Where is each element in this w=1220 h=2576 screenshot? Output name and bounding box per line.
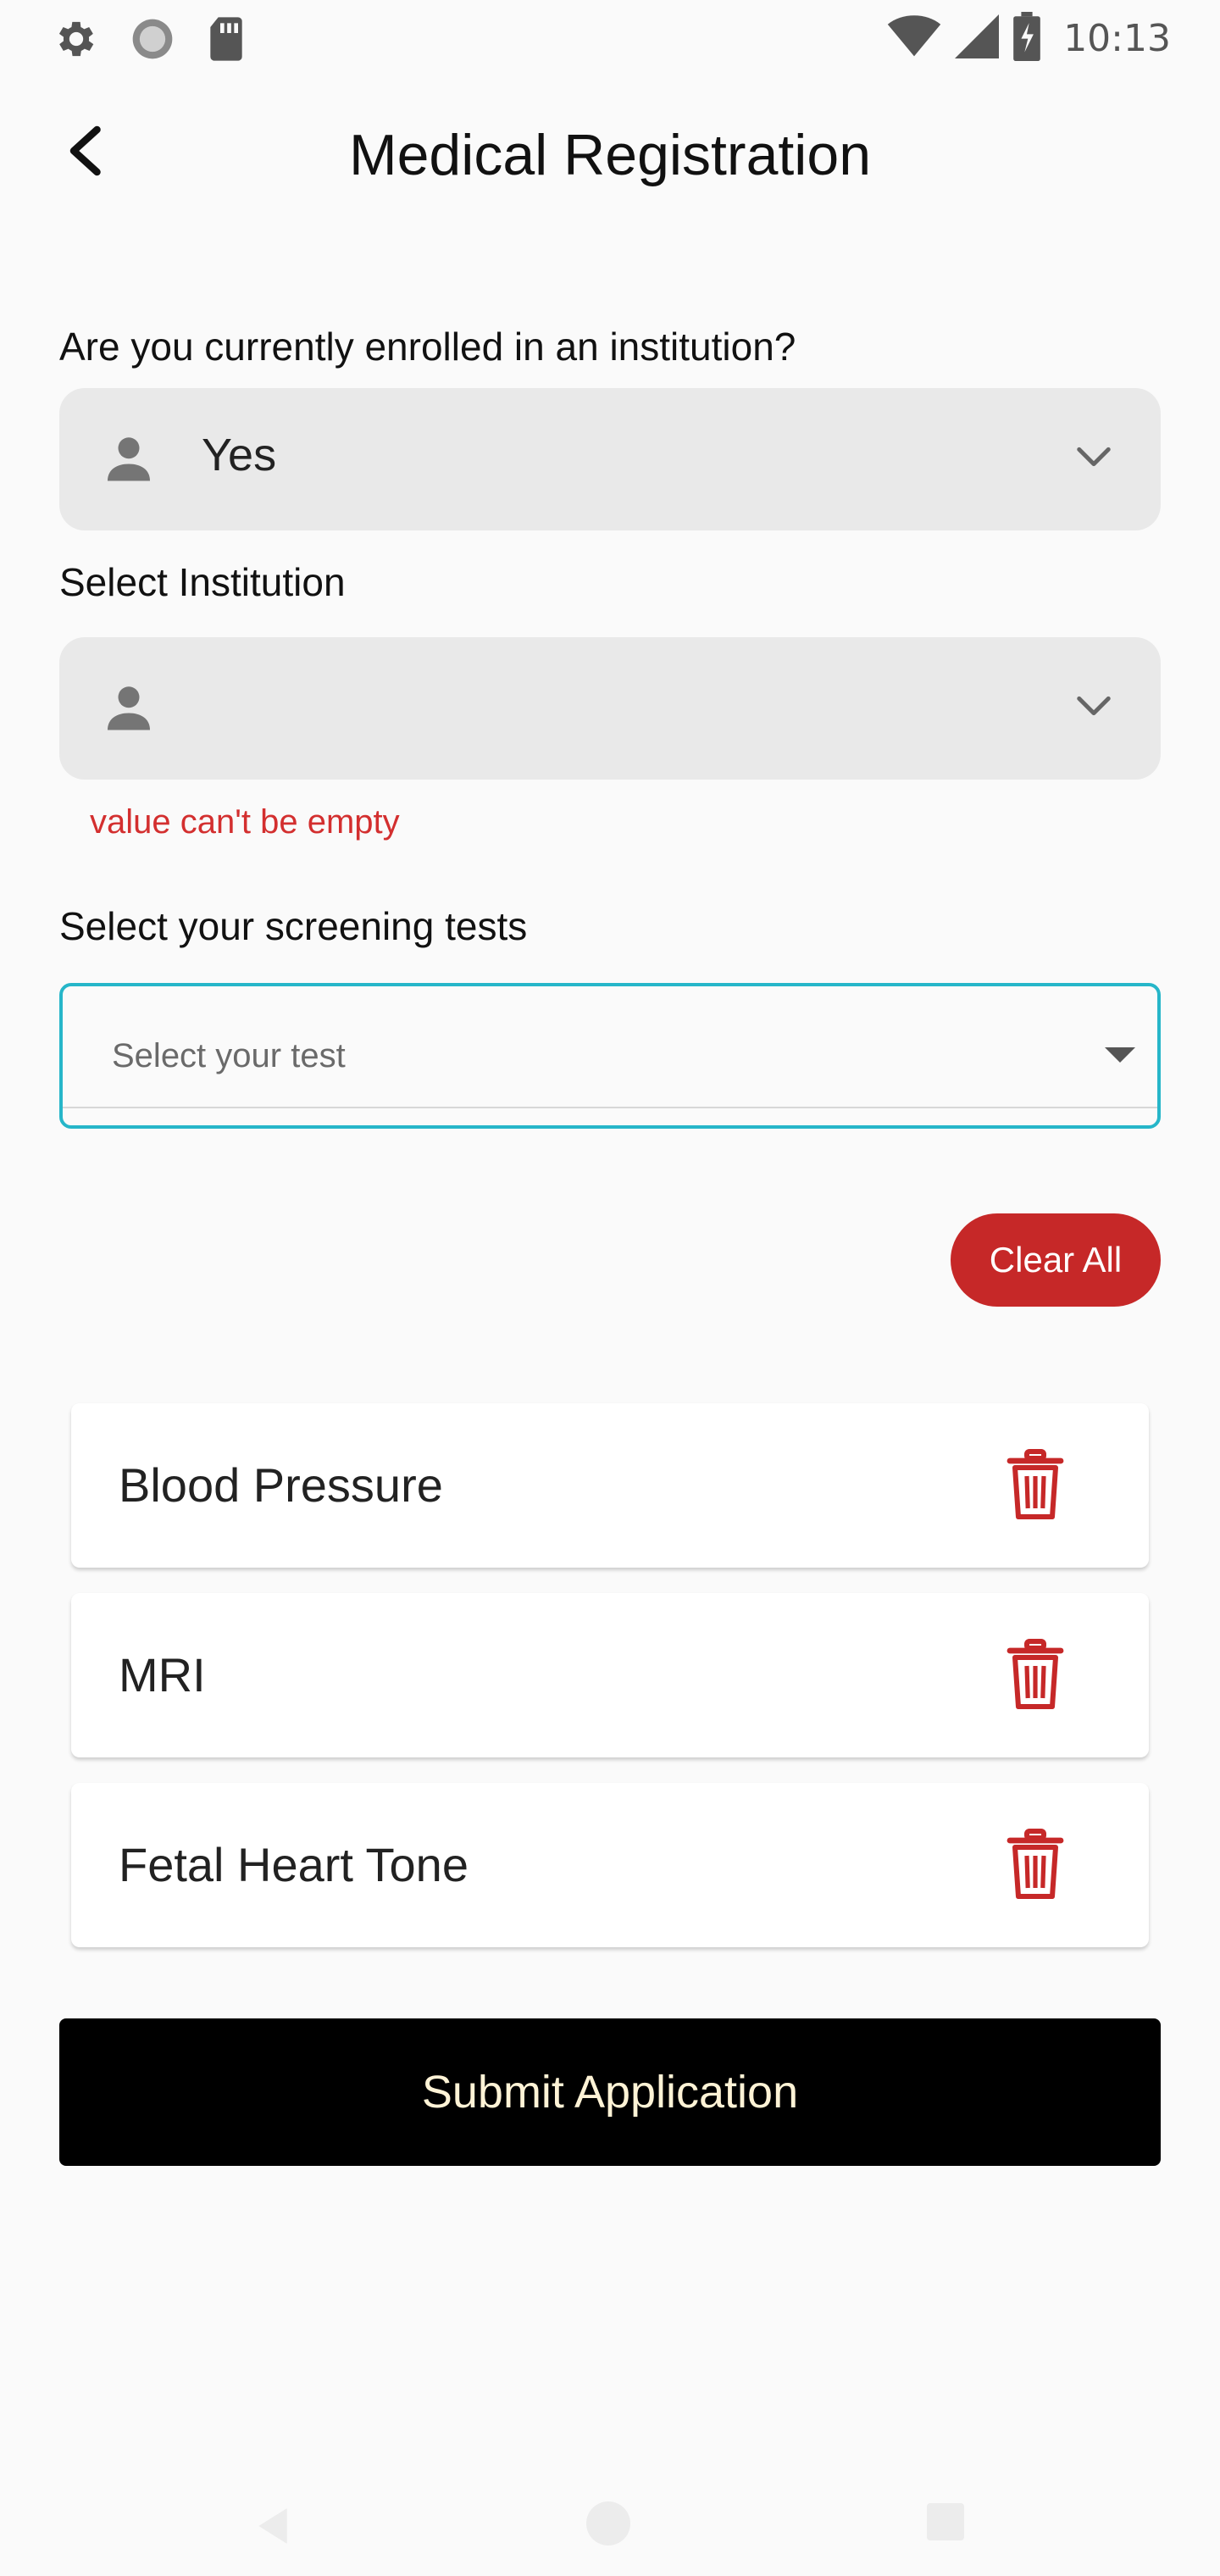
settings-icon: [53, 15, 100, 67]
submit-application-button[interactable]: Submit Application: [59, 2018, 1161, 2166]
sd-card-icon: [205, 15, 247, 67]
test-card-name: Fetal Heart Tone: [119, 1838, 469, 1891]
test-select-placeholder: Select your test: [112, 1037, 346, 1074]
status-time: 10:13: [1063, 17, 1171, 60]
signal-icon: [955, 14, 1000, 63]
test-card: MRI: [71, 1593, 1149, 1757]
enrolled-select-value: Yes: [202, 430, 277, 480]
screening-tests-label: Select your screening tests: [59, 904, 528, 948]
test-card: Blood Pressure: [71, 1403, 1149, 1568]
institution-error-text: value can't be empty: [90, 803, 400, 841]
trash-icon[interactable]: [1006, 1449, 1064, 1524]
system-nav-bar: [0, 2457, 1220, 2576]
institution-label: Select Institution: [59, 560, 346, 604]
dropdown-caret-icon: [1105, 1047, 1135, 1063]
test-card-name: Blood Pressure: [119, 1458, 443, 1512]
trash-icon[interactable]: [1006, 1639, 1064, 1714]
chevron-down-icon: [1074, 441, 1113, 479]
institution-select[interactable]: [59, 637, 1161, 780]
clear-all-button[interactable]: Clear All: [951, 1213, 1161, 1307]
nav-back-icon[interactable]: [254, 2505, 291, 2551]
nav-recents-icon[interactable]: [927, 2503, 964, 2540]
test-select-underline: [63, 1107, 1157, 1108]
person-icon: [103, 681, 154, 736]
app-bar: Medical Registration: [0, 102, 1220, 212]
test-select-dropdown[interactable]: Select your test: [59, 983, 1161, 1129]
battery-icon: [1012, 12, 1041, 65]
trash-icon[interactable]: [1006, 1829, 1064, 1904]
wifi-icon: [887, 14, 941, 63]
person-icon: [103, 432, 154, 487]
status-bar: 10:13: [0, 0, 1220, 71]
enrolled-select[interactable]: Yes: [59, 388, 1161, 530]
test-card: Fetal Heart Tone: [71, 1783, 1149, 1947]
page-title: Medical Registration: [348, 123, 872, 187]
sync-icon: [129, 15, 176, 67]
test-card-name: MRI: [119, 1648, 206, 1702]
enrolled-question-label: Are you currently enrolled in an institu…: [59, 325, 796, 369]
nav-home-icon[interactable]: [586, 2501, 630, 2545]
chevron-down-icon: [1074, 690, 1113, 728]
